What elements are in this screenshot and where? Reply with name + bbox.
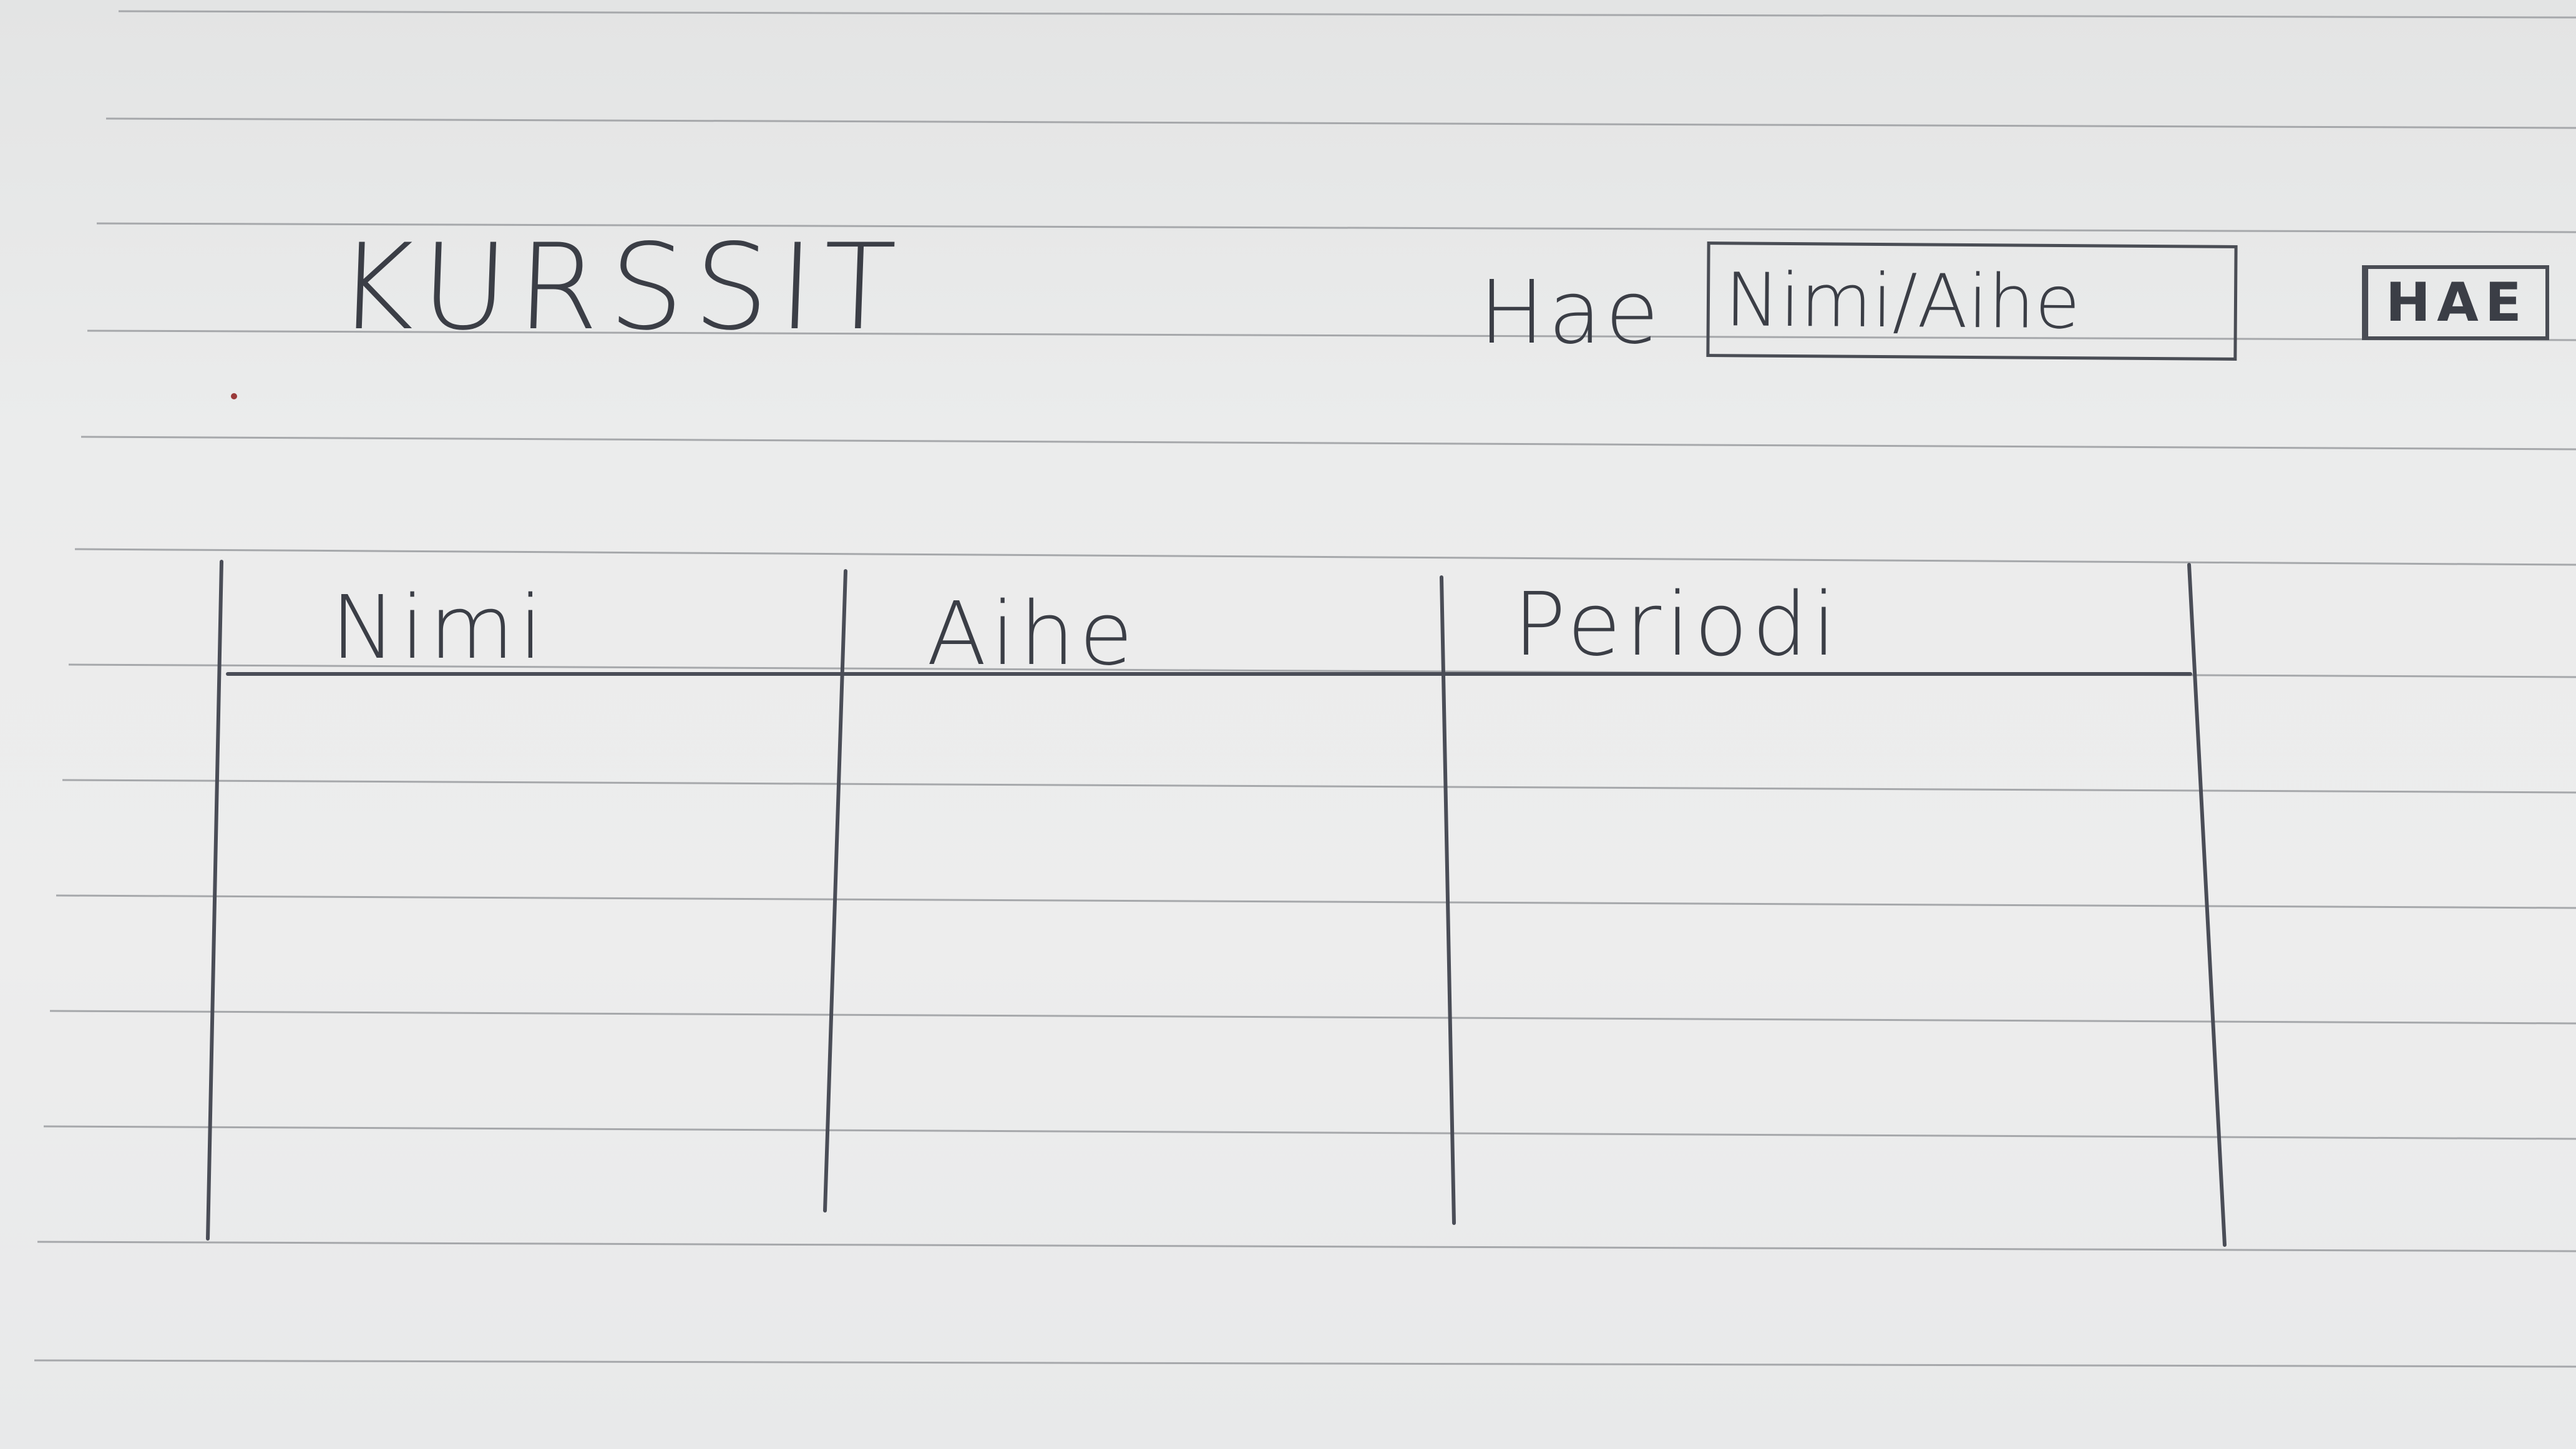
table-row[interactable] — [225, 914, 2190, 1027]
table-row[interactable] — [225, 1133, 2190, 1245]
table-row[interactable] — [225, 683, 2190, 796]
courses-table: Nimi Aihe Periodi — [0, 0, 2576, 1449]
column-header-topic[interactable]: Aihe — [927, 583, 1138, 685]
column-header-name[interactable]: Nimi — [331, 577, 547, 679]
column-header-period[interactable]: Periodi — [1513, 574, 1840, 676]
table-row[interactable] — [225, 1030, 2190, 1142]
table-row[interactable] — [225, 799, 2190, 911]
